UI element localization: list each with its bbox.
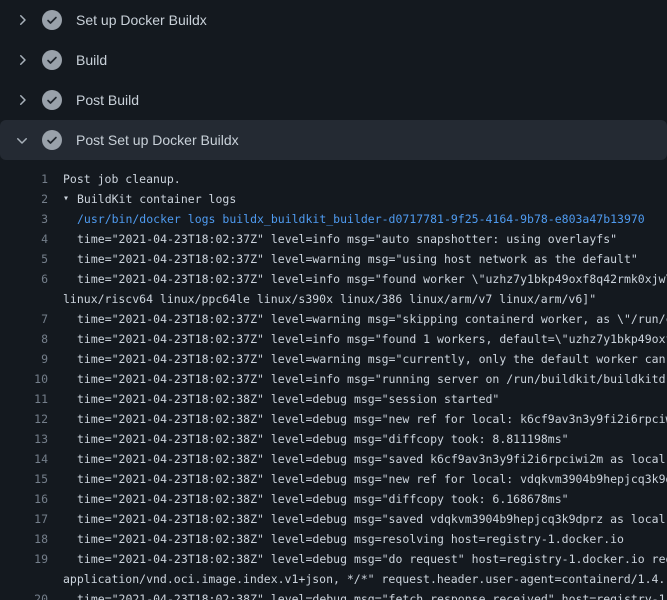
log-line: 5 ▾ time="2021-04-23T18:02:37Z" level=wa… [0, 249, 667, 269]
log-line-text: /usr/bin/docker logs buildx_buildkit_bui… [48, 209, 645, 229]
log-line: 4 ▾ time="2021-04-23T18:02:37Z" level=in… [0, 229, 667, 249]
log-line-text: time="2021-04-23T18:02:38Z" level=debug … [48, 589, 667, 600]
log-line-number[interactable]: 8 [0, 329, 48, 349]
log-line-number[interactable]: 11 [0, 389, 48, 409]
log-line: 9 ▾ time="2021-04-23T18:02:37Z" level=wa… [0, 349, 667, 369]
log-line-text: time="2021-04-23T18:02:37Z" level=warnin… [48, 309, 667, 329]
log-line-number[interactable]: 12 [0, 409, 48, 429]
step-title: Build [76, 52, 107, 68]
actions-log-viewer: Set up Docker Buildx Build Post Build [0, 0, 667, 600]
log-line-text: time="2021-04-23T18:02:38Z" level=debug … [48, 409, 667, 429]
log-line-number[interactable]: 7 [0, 309, 48, 329]
step-title: Set up Docker Buildx [76, 12, 207, 28]
group-toggle-triangle-down-icon[interactable]: ▾ [63, 189, 77, 209]
log-line-text: time="2021-04-23T18:02:38Z" level=debug … [48, 389, 499, 409]
log-line-text: time="2021-04-23T18:02:37Z" level=warnin… [48, 349, 667, 369]
chevron-down-icon[interactable] [14, 132, 30, 148]
log-line-text: Post job cleanup. [48, 169, 181, 189]
step-header[interactable]: Post Set up Docker Buildx [0, 120, 667, 160]
log-line-number[interactable] [0, 289, 48, 309]
log-line: 7 ▾ time="2021-04-23T18:02:37Z" level=wa… [0, 309, 667, 329]
log-line: 13 ▾ time="2021-04-23T18:02:38Z" level=d… [0, 429, 667, 449]
log-line: 15 ▾ time="2021-04-23T18:02:38Z" level=d… [0, 469, 667, 489]
check-circle-icon [42, 130, 62, 150]
log-line: 20 ▾ time="2021-04-23T18:02:38Z" level=d… [0, 589, 667, 600]
log-line-text: time="2021-04-23T18:02:37Z" level=info m… [48, 229, 617, 249]
log-line: ▾ linux/riscv64 linux/ppc64le linux/s390… [0, 289, 667, 309]
log-line-text: time="2021-04-23T18:02:38Z" level=debug … [48, 529, 624, 549]
log-line-text: time="2021-04-23T18:02:37Z" level=warnin… [48, 249, 638, 269]
log-line-text: time="2021-04-23T18:02:38Z" level=debug … [48, 489, 569, 509]
log-line: 6 ▾ time="2021-04-23T18:02:37Z" level=in… [0, 269, 667, 289]
log-line-number[interactable]: 20 [0, 589, 48, 600]
step-title: Post Build [76, 92, 139, 108]
log-line: 12 ▾ time="2021-04-23T18:02:38Z" level=d… [0, 409, 667, 429]
log-line-text: time="2021-04-23T18:02:38Z" level=debug … [48, 549, 667, 569]
log-line-number[interactable]: 9 [0, 349, 48, 369]
log-line-number[interactable]: 16 [0, 489, 48, 509]
check-circle-icon [42, 90, 62, 110]
log-line: 8 ▾ time="2021-04-23T18:02:37Z" level=in… [0, 329, 667, 349]
log-line-text: application/vnd.oci.image.index.v1+json,… [48, 569, 665, 589]
log-line-number[interactable]: 1 [0, 169, 48, 189]
log-line-number[interactable]: 2 [0, 189, 48, 209]
log-line: 19 ▾ time="2021-04-23T18:02:38Z" level=d… [0, 549, 667, 569]
log-line-text: time="2021-04-23T18:02:38Z" level=debug … [48, 429, 569, 449]
check-circle-icon [42, 50, 62, 70]
log-line-number[interactable]: 4 [0, 229, 48, 249]
log-line-text: time="2021-04-23T18:02:38Z" level=debug … [48, 469, 667, 489]
log-line-number[interactable]: 3 [0, 209, 48, 229]
log-line: 14 ▾ time="2021-04-23T18:02:38Z" level=d… [0, 449, 667, 469]
step-header[interactable]: Build [0, 40, 667, 80]
log-line: 16 ▾ time="2021-04-23T18:02:38Z" level=d… [0, 489, 667, 509]
log-line-number[interactable]: 5 [0, 249, 48, 269]
log-line: 10 ▾ time="2021-04-23T18:02:37Z" level=i… [0, 369, 667, 389]
log-line: 11 ▾ time="2021-04-23T18:02:38Z" level=d… [0, 389, 667, 409]
log-line: 1 ▾ Post job cleanup. [0, 169, 667, 189]
chevron-right-icon[interactable] [14, 52, 30, 68]
log-line-text: time="2021-04-23T18:02:38Z" level=debug … [48, 509, 667, 529]
log-line-number[interactable]: 17 [0, 509, 48, 529]
log-line: 3 ▾ /usr/bin/docker logs buildx_buildkit… [0, 209, 667, 229]
log-line-number[interactable] [0, 569, 48, 589]
chevron-right-icon[interactable] [14, 12, 30, 28]
log-line: 2 ▾ BuildKit container logs [0, 189, 667, 209]
check-circle-icon [42, 10, 62, 30]
log-line-text: linux/riscv64 linux/ppc64le linux/s390x … [48, 289, 596, 309]
log-line-number[interactable]: 6 [0, 269, 48, 289]
chevron-right-icon[interactable] [14, 92, 30, 108]
log-line-number[interactable]: 15 [0, 469, 48, 489]
log-line-text: time="2021-04-23T18:02:38Z" level=debug … [48, 449, 667, 469]
log-line: 17 ▾ time="2021-04-23T18:02:38Z" level=d… [0, 509, 667, 529]
log-pane: 1 ▾ Post job cleanup. 2 ▾ BuildKit conta… [0, 160, 667, 600]
log-line-text: time="2021-04-23T18:02:37Z" level=info m… [48, 369, 667, 389]
step-title: Post Set up Docker Buildx [76, 132, 239, 148]
log-line-number[interactable]: 10 [0, 369, 48, 389]
log-line: 18 ▾ time="2021-04-23T18:02:38Z" level=d… [0, 529, 667, 549]
log-line-text: time="2021-04-23T18:02:37Z" level=info m… [48, 329, 667, 349]
step-list: Set up Docker Buildx Build Post Build [0, 0, 667, 160]
log-line-text: time="2021-04-23T18:02:37Z" level=info m… [48, 269, 667, 289]
log-line: ▾ application/vnd.oci.image.index.v1+jso… [0, 569, 667, 589]
log-line-number[interactable]: 14 [0, 449, 48, 469]
log-line-number[interactable]: 18 [0, 529, 48, 549]
log-line-text: BuildKit container logs [77, 189, 236, 209]
step-header[interactable]: Post Build [0, 80, 667, 120]
log-line-number[interactable]: 13 [0, 429, 48, 449]
log-line-number[interactable]: 19 [0, 549, 48, 569]
step-header[interactable]: Set up Docker Buildx [0, 0, 667, 40]
